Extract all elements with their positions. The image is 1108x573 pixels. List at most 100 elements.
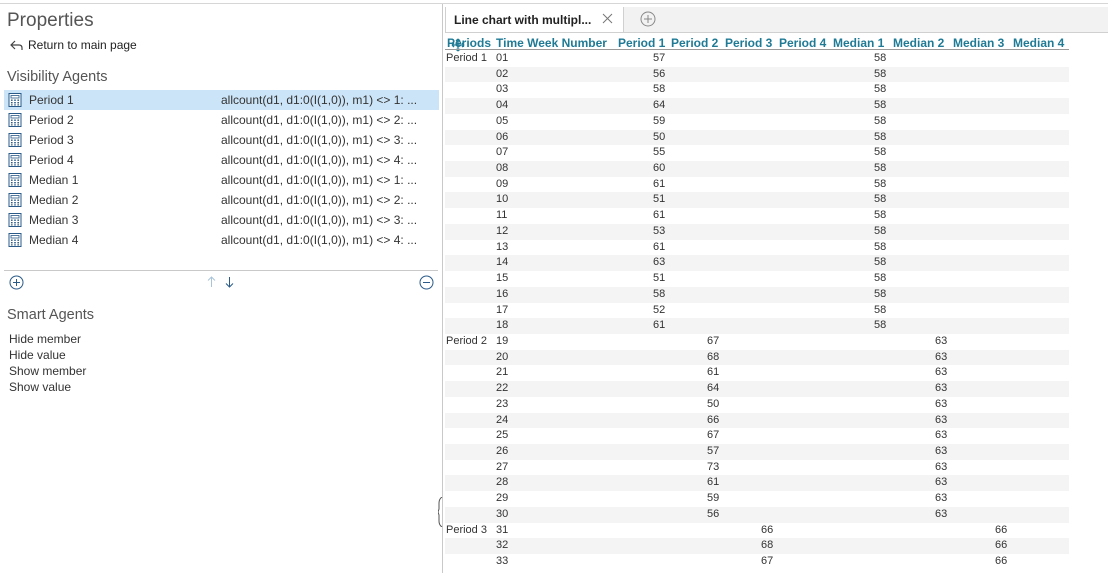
value-cell: 58: [874, 114, 887, 127]
grid-header: Periods Time Week Number Period 1 Period 2P…: [445, 34, 1069, 50]
agent-expression: allcount(d1, d1:0(I(1,0)), m1) <> 1: ...: [221, 93, 418, 107]
smart-agent-item[interactable]: Hide member: [9, 331, 86, 347]
value-cell: 63: [935, 444, 948, 457]
table-row[interactable]: 09 61 58: [445, 177, 1069, 193]
table-row[interactable]: 10 51 58: [445, 192, 1069, 209]
week-cell: 04: [496, 99, 509, 112]
week-cell: 31: [496, 523, 509, 536]
column-header[interactable]: Median 2: [893, 36, 944, 50]
table-row[interactable]: 28 61 63: [445, 475, 1069, 492]
table-row[interactable]: Period 3 31 66 66: [445, 523, 1069, 539]
visibility-agent-row[interactable]: Period 4 allcount(d1, d1:0(I(1,0)), m1) <…: [4, 150, 439, 170]
week-cell: 19: [496, 334, 509, 347]
agent-name: Median 2: [29, 193, 79, 207]
add-tab-icon[interactable]: [640, 11, 656, 27]
table-row[interactable]: 21 61 63: [445, 365, 1069, 381]
table-row[interactable]: 05 59 58: [445, 114, 1069, 130]
value-cell: 61: [653, 209, 666, 222]
table-row[interactable]: 24 66 63: [445, 412, 1069, 429]
week-cell: 05: [496, 114, 509, 127]
table-row[interactable]: 14 63 58: [445, 255, 1069, 272]
column-header[interactable]: Period 2: [671, 36, 718, 50]
visibility-agent-row[interactable]: Median 1 allcount(d1, d1:0(I(1,0)), m1) <…: [4, 170, 439, 190]
arrow-up-icon: [207, 276, 215, 287]
arrow-down-icon: [225, 277, 233, 288]
return-to-main-link[interactable]: Return to main page: [10, 38, 137, 52]
visibility-agent-row[interactable]: Period 1 allcount(d1, d1:0(I(1,0)), m1) <…: [4, 90, 439, 110]
table-row[interactable]: 18 61 58: [445, 318, 1069, 334]
table-row[interactable]: 02 56 58: [445, 66, 1069, 83]
value-cell: 58: [874, 146, 887, 159]
value-cell: 67: [707, 334, 720, 347]
table-row[interactable]: 29 59 63: [445, 491, 1069, 507]
table-row[interactable]: 04 64 58: [445, 98, 1069, 114]
table-row[interactable]: 06 50 58: [445, 129, 1069, 146]
value-cell: 64: [707, 382, 720, 395]
table-row[interactable]: 03 58 58: [445, 82, 1069, 98]
column-header[interactable]: Period 4: [779, 36, 826, 50]
table-row[interactable]: 17 52 58: [445, 303, 1069, 319]
back-arrow-icon: [10, 40, 23, 50]
plus-circle-icon: [9, 275, 23, 289]
table-row[interactable]: 13 61 58: [445, 240, 1069, 256]
calculator-icon: [8, 173, 22, 187]
column-header[interactable]: Time Week Number: [496, 36, 607, 50]
tab-line-chart[interactable]: Line chart with multipl...: [445, 7, 624, 32]
visibility-agent-row[interactable]: Median 3 allcount(d1, d1:0(I(1,0)), m1) <…: [4, 210, 439, 230]
period-cell: Period 1: [446, 52, 487, 64]
table-row[interactable]: 12 53 58: [445, 223, 1069, 240]
week-cell: 32: [496, 539, 509, 552]
column-header[interactable]: Period 3: [725, 36, 772, 50]
column-header[interactable]: Period 1: [618, 36, 665, 50]
visibility-agent-row[interactable]: Median 4 allcount(d1, d1:0(I(1,0)), m1) <…: [4, 230, 439, 250]
column-header[interactable]: Median 1: [833, 36, 884, 50]
table-row[interactable]: Period 1 01 57 58: [445, 51, 1069, 67]
value-cell: 67: [707, 429, 720, 442]
column-header[interactable]: Median 4: [1013, 36, 1064, 50]
week-cell: 24: [496, 413, 509, 426]
value-cell: 58: [874, 193, 887, 206]
table-row[interactable]: 11 61 58: [445, 208, 1069, 224]
value-cell: 58: [874, 287, 887, 300]
visibility-agent-row[interactable]: Period 3 allcount(d1, d1:0(I(1,0)), m1) <…: [4, 130, 439, 150]
value-cell: 61: [653, 319, 666, 332]
value-cell: 67: [761, 555, 774, 567]
move-down-button[interactable]: [223, 274, 235, 290]
week-cell: 20: [496, 350, 509, 363]
column-header[interactable]: Median 3: [953, 36, 1004, 50]
table-row[interactable]: 22 64 63: [445, 381, 1069, 397]
agent-expression: allcount(d1, d1:0(I(1,0)), m1) <> 4: ...: [221, 233, 418, 247]
table-row[interactable]: 20 68 63: [445, 349, 1069, 366]
move-up-button[interactable]: [205, 274, 217, 290]
table-row[interactable]: 33 67 66: [445, 554, 1069, 570]
table-row[interactable]: 30 56 63: [445, 506, 1069, 523]
calculator-icon: [8, 93, 22, 107]
visibility-agent-row[interactable]: Median 2 allcount(d1, d1:0(I(1,0)), m1) <…: [4, 190, 439, 210]
table-row[interactable]: 26 57 63: [445, 443, 1069, 460]
visibility-agent-row[interactable]: Period 2 allcount(d1, d1:0(I(1,0)), m1) <…: [4, 110, 439, 130]
value-cell: 63: [653, 256, 666, 269]
smart-agent-item[interactable]: Hide value: [9, 347, 86, 363]
value-cell: 58: [874, 209, 887, 222]
add-agent-button[interactable]: [8, 274, 24, 290]
value-cell: 63: [935, 366, 948, 379]
smart-agent-item[interactable]: Show member: [9, 363, 86, 379]
close-icon[interactable]: [602, 13, 613, 24]
value-cell: 59: [653, 114, 666, 127]
table-row[interactable]: 27 73 63: [445, 460, 1069, 476]
table-row[interactable]: 15 51 58: [445, 271, 1069, 287]
smart-agent-item[interactable]: Show value: [9, 379, 86, 395]
week-cell: 22: [496, 382, 509, 395]
table-row[interactable]: 16 58 58: [445, 286, 1069, 303]
table-row[interactable]: Period 2 19 67 63: [445, 334, 1069, 350]
table-row[interactable]: 32 68 66: [445, 538, 1069, 554]
value-cell: 68: [761, 539, 774, 552]
table-row[interactable]: 25 67 63: [445, 428, 1069, 444]
remove-agent-button[interactable]: [418, 274, 434, 290]
panel-splitter[interactable]: [442, 4, 443, 573]
table-row[interactable]: 23 50 63: [445, 397, 1069, 413]
week-cell: 30: [496, 507, 509, 520]
table-row[interactable]: 08 60 58: [445, 161, 1069, 177]
week-cell: 13: [496, 240, 509, 253]
table-row[interactable]: 07 55 58: [445, 145, 1069, 161]
